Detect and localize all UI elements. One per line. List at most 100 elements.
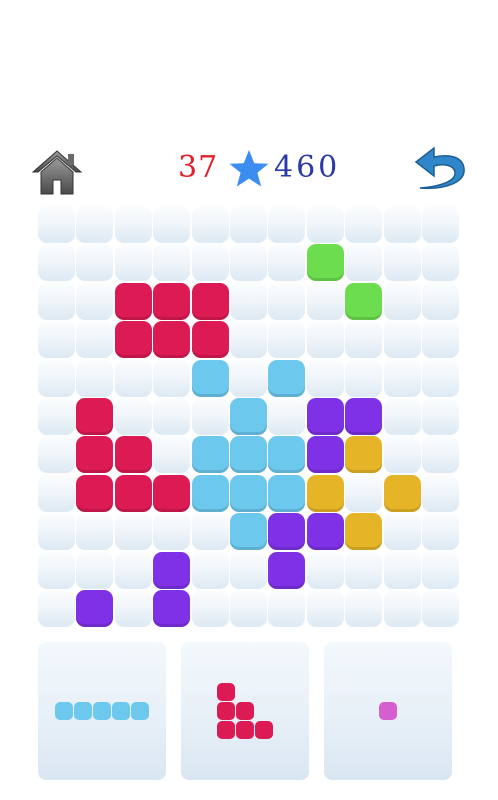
board-cell-empty[interactable] bbox=[38, 398, 75, 435]
board-cell-empty[interactable] bbox=[383, 590, 421, 627]
board-cell-empty[interactable] bbox=[268, 206, 306, 243]
board-cell-filled[interactable] bbox=[230, 474, 267, 512]
home-button[interactable] bbox=[30, 148, 84, 196]
board-cell-empty[interactable] bbox=[114, 244, 152, 282]
board-cell-filled[interactable] bbox=[306, 436, 344, 474]
board-cell-empty[interactable] bbox=[76, 551, 114, 589]
board-cell-empty[interactable] bbox=[268, 321, 306, 359]
board-cell-filled[interactable] bbox=[268, 474, 306, 512]
piece-block[interactable] bbox=[217, 702, 235, 720]
board-cell-filled[interactable] bbox=[76, 590, 114, 627]
board-cell-empty[interactable] bbox=[38, 244, 75, 282]
piece-block[interactable] bbox=[131, 702, 149, 720]
board-cell-empty[interactable] bbox=[38, 436, 75, 474]
board-cell-empty[interactable] bbox=[38, 551, 75, 589]
piece-block[interactable] bbox=[236, 702, 254, 720]
board-cell-filled[interactable] bbox=[383, 474, 421, 512]
piece-corner[interactable] bbox=[181, 642, 309, 780]
board-cell-empty[interactable] bbox=[268, 282, 306, 320]
board-cell-filled[interactable] bbox=[114, 436, 152, 474]
board-cell-filled[interactable] bbox=[153, 551, 191, 589]
board-cell-empty[interactable] bbox=[76, 206, 114, 243]
board-cell-empty[interactable] bbox=[422, 474, 459, 512]
board-cell-filled[interactable] bbox=[76, 474, 114, 512]
board-cell-empty[interactable] bbox=[153, 206, 191, 243]
board-cell-filled[interactable] bbox=[114, 321, 152, 359]
piece-block[interactable] bbox=[93, 702, 111, 720]
board-cell-filled[interactable] bbox=[230, 398, 267, 435]
board-cell-empty[interactable] bbox=[422, 590, 459, 627]
board-cell-empty[interactable] bbox=[38, 321, 75, 359]
piece-block[interactable] bbox=[255, 721, 273, 739]
board-cell-filled[interactable] bbox=[191, 282, 229, 320]
board-cell-empty[interactable] bbox=[153, 359, 191, 397]
board-cell-empty[interactable] bbox=[422, 244, 459, 282]
board-cell-empty[interactable] bbox=[345, 590, 383, 627]
board-cell-empty[interactable] bbox=[345, 206, 383, 243]
board-cell-filled[interactable] bbox=[153, 474, 191, 512]
undo-button[interactable] bbox=[410, 136, 470, 194]
board-cell-empty[interactable] bbox=[38, 206, 75, 243]
board-cell-empty[interactable] bbox=[383, 513, 421, 551]
board-cell-empty[interactable] bbox=[383, 359, 421, 397]
board-cell-empty[interactable] bbox=[191, 398, 229, 435]
board-cell-empty[interactable] bbox=[383, 206, 421, 243]
board-cell-filled[interactable] bbox=[191, 359, 229, 397]
piece-tray-3[interactable] bbox=[324, 642, 452, 780]
board-cell-filled[interactable] bbox=[114, 282, 152, 320]
board-cell-filled[interactable] bbox=[268, 551, 306, 589]
board-cell-empty[interactable] bbox=[345, 551, 383, 589]
piece-block[interactable] bbox=[74, 702, 92, 720]
board-cell-empty[interactable] bbox=[306, 321, 344, 359]
board-cell-empty[interactable] bbox=[268, 244, 306, 282]
board-cell-empty[interactable] bbox=[383, 282, 421, 320]
board-cell-empty[interactable] bbox=[38, 359, 75, 397]
board-cell-empty[interactable] bbox=[191, 206, 229, 243]
board-cell-empty[interactable] bbox=[230, 321, 267, 359]
board-cell-empty[interactable] bbox=[422, 551, 459, 589]
board-cell-empty[interactable] bbox=[383, 436, 421, 474]
board-cell-empty[interactable] bbox=[191, 551, 229, 589]
board-cell-filled[interactable] bbox=[230, 513, 267, 551]
board-cell-empty[interactable] bbox=[230, 282, 267, 320]
board-cell-filled[interactable] bbox=[230, 436, 267, 474]
board-cell-empty[interactable] bbox=[38, 474, 75, 512]
board-cell-empty[interactable] bbox=[268, 590, 306, 627]
board-cell-empty[interactable] bbox=[230, 551, 267, 589]
board-cell-filled[interactable] bbox=[345, 513, 383, 551]
board-cell-empty[interactable] bbox=[306, 359, 344, 397]
board-cell-filled[interactable] bbox=[191, 474, 229, 512]
board-cell-filled[interactable] bbox=[306, 474, 344, 512]
board-cell-empty[interactable] bbox=[114, 206, 152, 243]
board-cell-empty[interactable] bbox=[306, 590, 344, 627]
board-cell-empty[interactable] bbox=[38, 282, 75, 320]
board-cell-empty[interactable] bbox=[422, 436, 459, 474]
board-cell-empty[interactable] bbox=[76, 282, 114, 320]
piece-line-5[interactable] bbox=[38, 642, 166, 780]
board-cell-empty[interactable] bbox=[191, 513, 229, 551]
board-cell-empty[interactable] bbox=[191, 244, 229, 282]
board-cell-empty[interactable] bbox=[230, 206, 267, 243]
board-cell-empty[interactable] bbox=[230, 244, 267, 282]
board-cell-empty[interactable] bbox=[422, 359, 459, 397]
board-cell-empty[interactable] bbox=[345, 244, 383, 282]
board-cell-filled[interactable] bbox=[306, 398, 344, 435]
board-cell-empty[interactable] bbox=[230, 359, 267, 397]
board-cell-filled[interactable] bbox=[306, 244, 344, 282]
board-cell-empty[interactable] bbox=[153, 436, 191, 474]
board-cell-empty[interactable] bbox=[306, 282, 344, 320]
board-cell-empty[interactable] bbox=[38, 513, 75, 551]
board-cell-empty[interactable] bbox=[422, 398, 459, 435]
board-cell-empty[interactable] bbox=[422, 282, 459, 320]
piece-block[interactable] bbox=[217, 721, 235, 739]
board-cell-empty[interactable] bbox=[383, 551, 421, 589]
board-cell-filled[interactable] bbox=[268, 436, 306, 474]
board-cell-empty[interactable] bbox=[422, 321, 459, 359]
board-cell-filled[interactable] bbox=[76, 398, 114, 435]
board-cell-empty[interactable] bbox=[153, 513, 191, 551]
board-cell-empty[interactable] bbox=[38, 590, 75, 627]
board-cell-filled[interactable] bbox=[268, 513, 306, 551]
board-cell-empty[interactable] bbox=[383, 321, 421, 359]
board-cell-empty[interactable] bbox=[422, 206, 459, 243]
board-cell-empty[interactable] bbox=[268, 398, 306, 435]
